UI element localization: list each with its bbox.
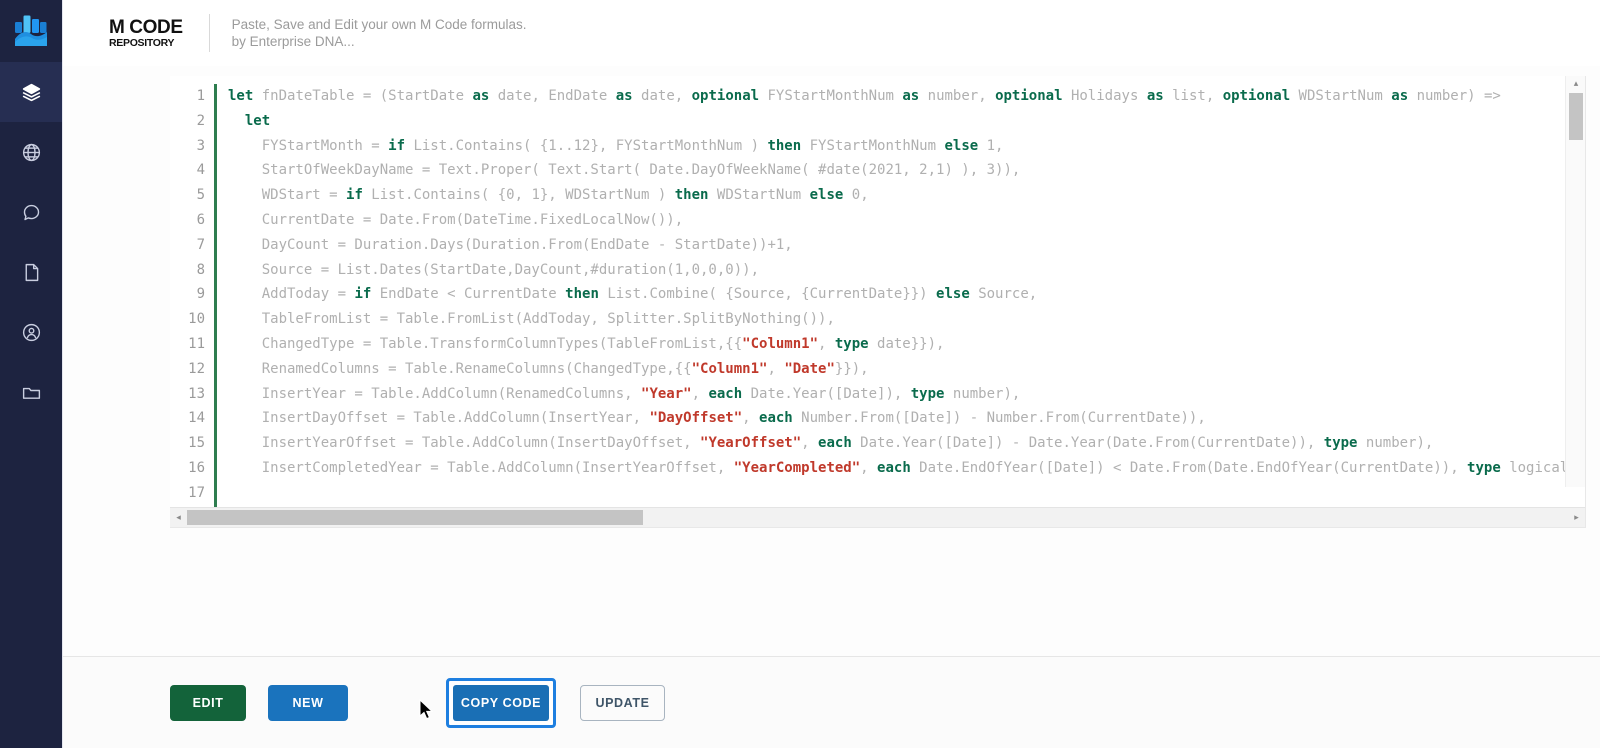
code-line: let xyxy=(244,112,271,129)
brand-title: M CODE xyxy=(109,16,183,38)
scroll-right-arrow-icon[interactable]: ▸ xyxy=(1568,508,1585,527)
document-icon xyxy=(25,263,38,281)
line-number: 10 xyxy=(188,311,205,328)
line-number: 1 xyxy=(196,88,205,104)
sidebar-item-chat[interactable] xyxy=(0,182,62,242)
account-icon xyxy=(22,323,40,341)
code-text-area[interactable]: let fnDateTable = (StartDate as date, En… xyxy=(217,76,1586,507)
line-number: 3 xyxy=(196,137,205,154)
brand-text: M CODE REPOSITORY xyxy=(109,18,183,49)
brand-divider xyxy=(208,14,210,52)
code-line: FYStartMonth = if List.Contains( {1..12}… xyxy=(228,137,1004,154)
line-number: 4 xyxy=(196,162,205,179)
code-line: CurrentDate = Date.From(DateTime.FixedLo… xyxy=(228,211,684,228)
scroll-up-arrow-icon[interactable]: ▴ xyxy=(1566,76,1585,91)
code-line: Source = List.Dates(StartDate,DayCount,#… xyxy=(228,261,760,278)
code-lines: let fnDateTable = (StartDate as date, En… xyxy=(228,84,1585,507)
brand-subtitle: REPOSITORY xyxy=(109,36,175,49)
line-number: 13 xyxy=(188,385,205,402)
copy-code-button[interactable]: COPY CODE xyxy=(453,684,549,721)
action-bar: EDIT NEW COPY CODE UPDATE xyxy=(63,656,1600,748)
brand-lockup: M CODE REPOSITORY Paste, Save and Edit y… xyxy=(109,14,527,52)
horizontal-scrollbar-track[interactable] xyxy=(187,508,1568,527)
tagline-line-1: Paste, Save and Edit your own M Code for… xyxy=(231,17,527,32)
sidebar-item-account[interactable] xyxy=(0,302,62,362)
sidebar-item-folder[interactable] xyxy=(0,362,62,422)
code-line: InsertDayOffset = Table.AddColumn(Insert… xyxy=(228,410,1206,427)
line-number: 7 xyxy=(196,236,205,253)
code-line: InsertYear = Table.AddColumn(RenamedColu… xyxy=(228,385,1021,402)
layers-icon xyxy=(22,83,40,101)
code-line: InsertYearOffset = Table.AddColumn(Inser… xyxy=(228,435,1434,452)
code-line: RenamedColumns = Table.RenameColumns(Cha… xyxy=(228,360,869,377)
code-line: let fnDateTable = (StartDate as date, En… xyxy=(228,88,1501,104)
line-number: 9 xyxy=(196,286,205,303)
code-line: DayCount = Duration.Days(Duration.From(E… xyxy=(228,236,793,253)
sidebar-item-layers[interactable] xyxy=(0,62,62,122)
code-line: WDStart = if List.Contains( {0, 1}, WDSt… xyxy=(228,187,869,204)
code-line: StartOfWeekDayName = Text.Proper( Text.S… xyxy=(228,162,1021,179)
vertical-scrollbar-thumb[interactable] xyxy=(1569,93,1584,140)
app-root: M CODE REPOSITORY Paste, Save and Edit y… xyxy=(0,0,1600,748)
code-line: InsertCompletedYear = Table.AddColumn(In… xyxy=(228,459,1586,476)
horizontal-scrollbar-thumb[interactable] xyxy=(187,510,643,525)
globe-icon xyxy=(22,143,40,161)
code-editor[interactable]: 123456789101112131415161718 let fnDateTa… xyxy=(170,76,1587,528)
line-number: 8 xyxy=(196,261,205,278)
scroll-left-arrow-icon[interactable]: ◂ xyxy=(170,508,187,527)
line-number: 2 xyxy=(196,112,205,129)
sidebar xyxy=(0,0,62,748)
code-line: TableFromList = Table.FromList(AddToday,… xyxy=(228,311,835,328)
code-line: ChangedType = Table.TransformColumnTypes… xyxy=(228,335,945,352)
line-number: 17 xyxy=(188,484,205,501)
line-number: 16 xyxy=(188,459,205,476)
line-number: 11 xyxy=(188,335,205,352)
page-header: M CODE REPOSITORY Paste, Save and Edit y… xyxy=(63,0,1600,66)
main-content: M CODE REPOSITORY Paste, Save and Edit y… xyxy=(62,0,1600,748)
update-button[interactable]: UPDATE xyxy=(580,684,665,721)
line-number-gutter: 123456789101112131415161718 xyxy=(170,76,214,507)
line-number: 14 xyxy=(188,410,205,427)
tagline-line-2: by Enterprise DNA... xyxy=(231,34,355,49)
line-number: 15 xyxy=(188,435,205,452)
app-logo[interactable] xyxy=(0,0,62,62)
sidebar-item-globe[interactable] xyxy=(0,122,62,182)
line-number: 12 xyxy=(188,360,205,377)
copy-code-focus-ring: COPY CODE xyxy=(446,677,556,728)
code-editor-body: 123456789101112131415161718 let fnDateTa… xyxy=(170,76,1586,507)
sidebar-item-document[interactable] xyxy=(0,242,62,302)
content-spacer xyxy=(63,528,1600,656)
folder-icon xyxy=(22,387,40,399)
code-line: AddToday = if EndDate < CurrentDate then… xyxy=(228,286,1038,303)
line-number: 5 xyxy=(196,187,205,204)
editor-horizontal-scrollbar[interactable]: ◂ ▸ xyxy=(170,507,1586,527)
edit-button[interactable]: EDIT xyxy=(170,684,246,721)
chat-icon xyxy=(23,204,39,220)
line-number: 6 xyxy=(196,211,205,228)
app-logo-icon xyxy=(15,15,47,46)
new-button[interactable]: NEW xyxy=(268,684,348,721)
page-tagline: Paste, Save and Edit your own M Code for… xyxy=(232,16,527,50)
editor-vertical-scrollbar[interactable]: ▴ xyxy=(1565,76,1586,487)
